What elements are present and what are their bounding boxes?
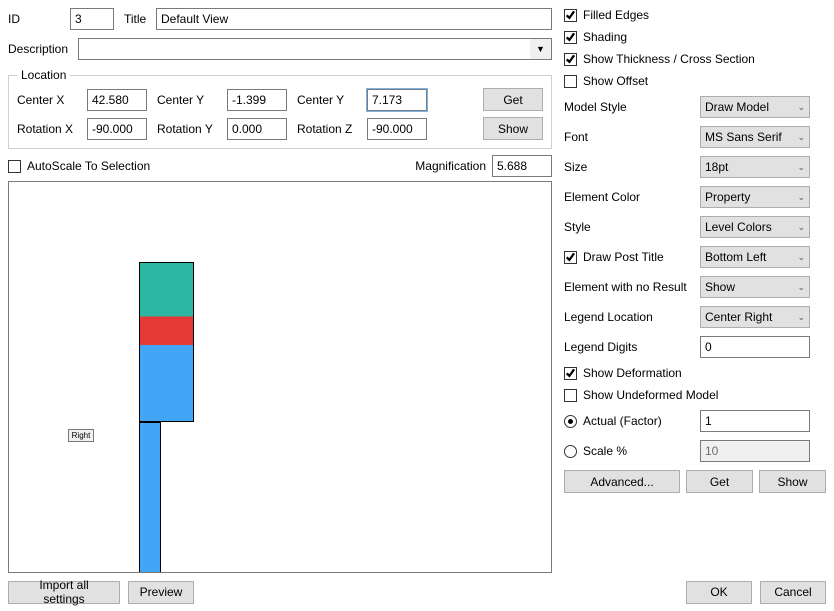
ok-button[interactable]: OK — [686, 581, 752, 604]
font-select[interactable]: MS Sans Serif⌄ — [700, 126, 810, 148]
size-select[interactable]: 18pt⌄ — [700, 156, 810, 178]
rotation-x-label: Rotation X — [17, 122, 87, 136]
show-location-button[interactable]: Show — [483, 117, 543, 140]
id-label: ID — [8, 12, 70, 26]
scale-percent-field — [700, 440, 810, 462]
style-label: Style — [564, 220, 700, 234]
chevron-down-icon: ⌄ — [797, 132, 805, 143]
center-x-label: Center X — [17, 93, 87, 107]
font-label: Font — [564, 130, 700, 144]
actual-factor-field[interactable] — [700, 410, 810, 432]
show-offset-label: Show Offset — [583, 74, 648, 88]
filled-edges-label: Filled Edges — [583, 8, 649, 22]
show-undeformed-checkbox[interactable]: Show Undeformed Model — [564, 388, 826, 402]
model-style-label: Model Style — [564, 100, 700, 114]
id-field[interactable] — [70, 8, 114, 30]
autoscale-label: AutoScale To Selection — [27, 159, 150, 173]
show-offset-checkbox[interactable]: Show Offset — [564, 74, 826, 88]
model-drawing — [139, 262, 459, 447]
autoscale-checkbox[interactable]: AutoScale To Selection — [8, 159, 150, 173]
element-no-result-label: Element with no Result — [564, 280, 700, 294]
location-legend: Location — [17, 68, 70, 82]
shading-label: Shading — [583, 30, 627, 44]
preview-button[interactable]: Preview — [128, 581, 194, 604]
actual-factor-label: Actual (Factor) — [583, 414, 662, 428]
center-y2-label: Center Y — [297, 93, 367, 107]
model-preview: Right — [8, 181, 552, 573]
actual-factor-radio[interactable]: Actual (Factor) — [564, 414, 700, 428]
shading-checkbox[interactable]: Shading — [564, 30, 826, 44]
description-dropdown-button[interactable]: ▼ — [530, 38, 552, 60]
title-field[interactable] — [156, 8, 552, 30]
element-color-select[interactable]: Property⌄ — [700, 186, 810, 208]
show-deformation-label: Show Deformation — [583, 366, 682, 380]
show-deformation-checkbox[interactable]: Show Deformation — [564, 366, 826, 380]
magnification-label: Magnification — [415, 159, 486, 173]
rotation-x-field[interactable] — [87, 118, 147, 140]
draw-post-title-checkbox[interactable]: Draw Post Title — [564, 250, 700, 264]
scale-percent-radio[interactable]: Scale % — [564, 444, 700, 458]
show-thickness-label: Show Thickness / Cross Section — [583, 52, 755, 66]
title-label: Title — [124, 12, 156, 26]
filled-edges-checkbox[interactable]: Filled Edges — [564, 8, 826, 22]
right-get-button[interactable]: Get — [686, 470, 753, 493]
rotation-z-label: Rotation Z — [297, 122, 367, 136]
element-color-label: Element Color — [564, 190, 700, 204]
description-field[interactable] — [78, 38, 530, 60]
show-undeformed-label: Show Undeformed Model — [583, 388, 718, 402]
legend-location-select[interactable]: Center Right⌄ — [700, 306, 810, 328]
advanced-button[interactable]: Advanced... — [564, 470, 680, 493]
element-no-result-select[interactable]: Show⌄ — [700, 276, 810, 298]
chevron-down-icon: ▼ — [536, 44, 545, 54]
compass-label: Right — [68, 429, 95, 442]
scale-percent-label: Scale % — [583, 444, 627, 458]
center-y1-label: Center Y — [157, 93, 227, 107]
chevron-down-icon: ⌄ — [797, 252, 805, 263]
import-all-settings-button[interactable]: Import all settings — [8, 581, 120, 604]
style-select[interactable]: Level Colors⌄ — [700, 216, 810, 238]
show-thickness-checkbox[interactable]: Show Thickness / Cross Section — [564, 52, 826, 66]
right-show-button[interactable]: Show — [759, 470, 826, 493]
legend-location-label: Legend Location — [564, 310, 700, 324]
model-style-select[interactable]: Draw Model⌄ — [700, 96, 810, 118]
chevron-down-icon: ⌄ — [797, 102, 805, 113]
legend-digits-field[interactable] — [700, 336, 810, 358]
rotation-y-label: Rotation Y — [157, 122, 227, 136]
cancel-button[interactable]: Cancel — [760, 581, 826, 604]
chevron-down-icon: ⌄ — [797, 282, 805, 293]
get-location-button[interactable]: Get — [483, 88, 543, 111]
chevron-down-icon: ⌄ — [797, 162, 805, 173]
center-x-field[interactable] — [87, 89, 147, 111]
location-group: Location Center X Center Y Center Y Get … — [8, 68, 552, 149]
chevron-down-icon: ⌄ — [797, 222, 805, 233]
draw-post-title-label: Draw Post Title — [583, 250, 664, 264]
size-label: Size — [564, 160, 700, 174]
chevron-down-icon: ⌄ — [797, 312, 805, 323]
description-label: Description — [8, 42, 78, 56]
view-compass: Right — [57, 427, 105, 444]
post-title-pos-select[interactable]: Bottom Left⌄ — [700, 246, 810, 268]
center-y1-field[interactable] — [227, 89, 287, 111]
chevron-down-icon: ⌄ — [797, 192, 805, 203]
center-y2-field[interactable] — [367, 89, 427, 111]
legend-digits-label: Legend Digits — [564, 340, 700, 354]
magnification-field[interactable] — [492, 155, 552, 177]
rotation-z-field[interactable] — [367, 118, 427, 140]
rotation-y-field[interactable] — [227, 118, 287, 140]
